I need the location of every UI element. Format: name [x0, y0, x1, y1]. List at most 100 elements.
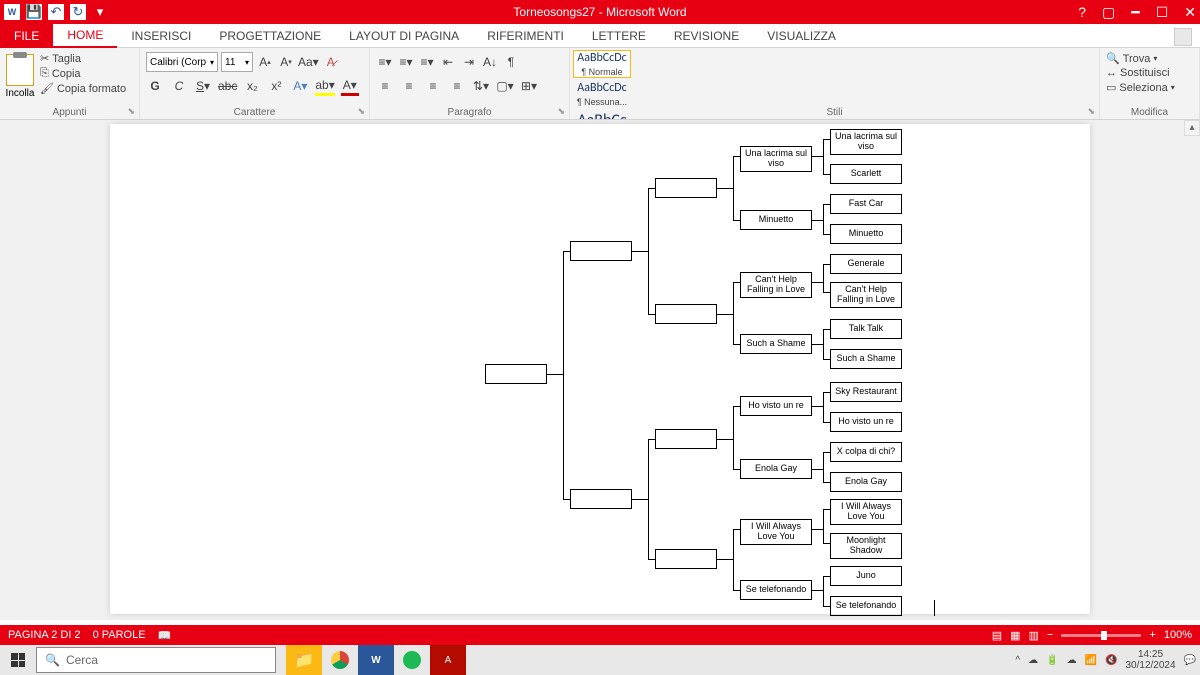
- find-button[interactable]: 🔍Trova▾: [1106, 52, 1193, 65]
- highlight-icon[interactable]: ab▾: [315, 76, 334, 96]
- shrink-font-icon[interactable]: A▾: [277, 52, 295, 72]
- align-left-icon[interactable]: ≡: [376, 76, 394, 96]
- bracket-box: Generale: [830, 254, 902, 274]
- tab-design[interactable]: PROGETTAZIONE: [205, 24, 335, 48]
- replace-button[interactable]: ↔Sostituisci: [1106, 67, 1193, 79]
- subscript-icon[interactable]: x₂: [243, 76, 261, 96]
- document-area[interactable]: Una lacrima sul visoScarlettFast CarMinu…: [0, 120, 1200, 620]
- bracket-box: Una lacrima sul viso: [740, 146, 812, 172]
- text-effects-icon[interactable]: A▾: [291, 76, 309, 96]
- spotify-icon[interactable]: [394, 645, 430, 675]
- tab-layout[interactable]: LAYOUT DI PAGINA: [335, 24, 473, 48]
- tab-insert[interactable]: INSERISCI: [117, 24, 205, 48]
- account-icon[interactable]: [1174, 28, 1192, 46]
- indent-right-icon[interactable]: ⇥: [460, 52, 478, 72]
- clear-format-icon[interactable]: A̷: [322, 52, 340, 72]
- zoom-in-icon[interactable]: +: [1149, 629, 1155, 641]
- tab-mailings[interactable]: LETTERE: [578, 24, 660, 48]
- tab-home[interactable]: HOME: [53, 24, 117, 48]
- underline-icon[interactable]: S▾: [194, 76, 212, 96]
- font-dialog-icon[interactable]: ⬊: [357, 106, 365, 117]
- clock[interactable]: 14:2530/12/2024: [1125, 649, 1175, 671]
- qat-more-icon[interactable]: ▾: [92, 4, 108, 20]
- align-right-icon[interactable]: ≡: [424, 76, 442, 96]
- tab-references[interactable]: RIFERIMENTI: [473, 24, 578, 48]
- styles-gallery[interactable]: AaBbCcDc¶ NormaleAaBbCcDc¶ Nessuna...AaB…: [570, 48, 1100, 119]
- page[interactable]: Una lacrima sul visoScarlettFast CarMinu…: [110, 124, 1090, 614]
- zoom-out-icon[interactable]: −: [1047, 629, 1053, 641]
- font-color-icon[interactable]: A▾: [341, 76, 359, 96]
- pilcrow-icon[interactable]: ¶: [502, 52, 520, 72]
- spellcheck-icon[interactable]: 📖: [158, 629, 172, 642]
- justify-icon[interactable]: ≡: [448, 76, 466, 96]
- line-spacing-icon[interactable]: ⇅▾: [472, 76, 490, 96]
- bold-icon[interactable]: G: [146, 76, 164, 96]
- font-size-select[interactable]: 11▾: [221, 52, 253, 72]
- bracket-box: [655, 304, 717, 324]
- style---nessuna---[interactable]: AaBbCcDc¶ Nessuna...: [573, 80, 631, 108]
- tab-file[interactable]: FILE: [0, 24, 53, 48]
- cut-button[interactable]: ✂Taglia: [40, 52, 126, 65]
- copy-button[interactable]: ⎘Copia: [40, 67, 126, 80]
- change-case-icon[interactable]: Aa▾: [298, 52, 319, 72]
- tray-expand-icon[interactable]: ^: [1015, 655, 1020, 666]
- bracket-box: Can't Help Falling in Love: [830, 282, 902, 308]
- read-mode-icon[interactable]: ▦: [1010, 629, 1020, 642]
- paste-button[interactable]: Incolla: [6, 88, 35, 99]
- notifications-icon[interactable]: 💬: [1184, 655, 1196, 666]
- strike-icon[interactable]: abc: [218, 76, 237, 96]
- numbering-icon[interactable]: ≡▾: [397, 52, 415, 72]
- maximize-icon[interactable]: ☐: [1156, 4, 1169, 21]
- borders-icon[interactable]: ⊞▾: [520, 76, 538, 96]
- word-taskbar-icon[interactable]: W: [358, 645, 394, 675]
- ribbon-display-icon[interactable]: ▢: [1102, 4, 1115, 21]
- bracket-box: [655, 178, 717, 198]
- redo-icon[interactable]: ↻: [70, 4, 86, 20]
- paragraph-dialog-icon[interactable]: ⬊: [557, 106, 565, 117]
- styles-dialog-icon[interactable]: ⬊: [1087, 106, 1095, 117]
- print-layout-icon[interactable]: ▤: [992, 629, 1002, 642]
- tab-view[interactable]: VISUALIZZA: [753, 24, 850, 48]
- italic-icon[interactable]: C: [170, 76, 188, 96]
- select-button[interactable]: ▭Seleziona▾: [1106, 81, 1193, 94]
- grow-font-icon[interactable]: A▴: [256, 52, 274, 72]
- bracket-box: [570, 241, 632, 261]
- zoom-level[interactable]: 100%: [1164, 629, 1192, 641]
- multilevel-icon[interactable]: ≡▾: [418, 52, 436, 72]
- start-button[interactable]: [0, 645, 36, 675]
- indent-left-icon[interactable]: ⇤: [439, 52, 457, 72]
- volume-icon[interactable]: 🔇: [1105, 655, 1117, 666]
- battery-icon[interactable]: 🔋: [1046, 655, 1058, 666]
- page-status[interactable]: PAGINA 2 DI 2: [8, 629, 81, 641]
- tab-review[interactable]: REVISIONE: [660, 24, 753, 48]
- acrobat-icon[interactable]: A: [430, 645, 466, 675]
- weather-icon[interactable]: ☁: [1067, 655, 1077, 666]
- minimize-icon[interactable]: ━: [1131, 4, 1139, 21]
- save-icon[interactable]: 💾: [26, 4, 42, 20]
- word-icon: W: [4, 4, 20, 20]
- help-icon[interactable]: ?: [1078, 4, 1086, 21]
- explorer-icon[interactable]: 📁: [286, 645, 322, 675]
- shading-icon[interactable]: ▢▾: [496, 76, 514, 96]
- superscript-icon[interactable]: x²: [267, 76, 285, 96]
- chrome-icon[interactable]: [322, 645, 358, 675]
- undo-icon[interactable]: ↶: [48, 4, 64, 20]
- style---normale[interactable]: AaBbCcDc¶ Normale: [573, 50, 631, 78]
- wifi-icon[interactable]: 📶: [1085, 655, 1097, 666]
- zoom-slider[interactable]: [1061, 634, 1141, 637]
- onedrive-icon[interactable]: ☁: [1028, 655, 1038, 666]
- font-name-select[interactable]: Calibri (Corp▾: [146, 52, 218, 72]
- taskbar-search[interactable]: 🔍Cerca: [36, 647, 276, 673]
- search-icon: 🔍: [45, 653, 60, 667]
- format-painter-button[interactable]: 🖌Copia formato: [40, 82, 126, 95]
- bracket-box: Can't Help Falling in Love: [740, 272, 812, 298]
- web-layout-icon[interactable]: ▥: [1029, 629, 1039, 642]
- clipboard-dialog-icon[interactable]: ⬊: [127, 106, 135, 117]
- align-center-icon[interactable]: ≡: [400, 76, 418, 96]
- sort-icon[interactable]: A↓: [481, 52, 499, 72]
- word-count[interactable]: 0 PAROLE: [93, 629, 146, 641]
- paste-icon[interactable]: [6, 54, 34, 86]
- scroll-up-icon[interactable]: ▴: [1184, 120, 1200, 136]
- bullets-icon[interactable]: ≡▾: [376, 52, 394, 72]
- close-icon[interactable]: ✕: [1184, 4, 1196, 21]
